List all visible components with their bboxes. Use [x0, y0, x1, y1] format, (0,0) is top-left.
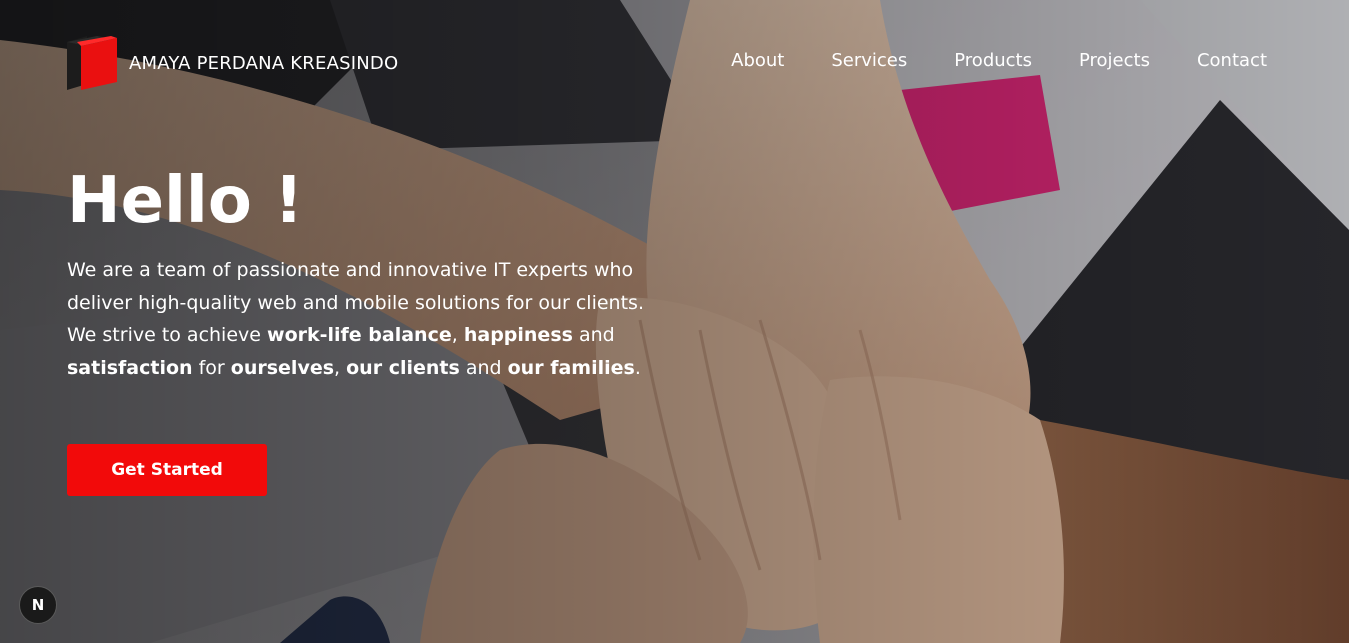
hero-description: We are a team of passionate and innovati…	[67, 254, 667, 384]
hero-content: Hello ! We are a team of passionate and …	[67, 160, 667, 384]
red-box-logo-icon	[67, 36, 117, 90]
hero-text-satisfaction: satisfaction	[67, 356, 193, 379]
hero-text-separator: and	[572, 324, 615, 346]
main-nav: About Services Products Projects Contact	[731, 50, 1267, 71]
nav-projects[interactable]: Projects	[1079, 50, 1150, 71]
nav-products[interactable]: Products	[954, 50, 1032, 71]
nav-services[interactable]: Services	[831, 50, 907, 71]
hero-text-separator: ,	[451, 324, 464, 346]
hero-title: Hello !	[67, 164, 304, 238]
nextjs-icon[interactable]: N	[19, 586, 57, 624]
nav-about[interactable]: About	[731, 50, 784, 71]
brand-name: AMAYA PERDANA KREASINDO	[129, 52, 399, 74]
hero-text-end: .	[634, 356, 641, 379]
dev-badge-label: N	[31, 596, 45, 614]
hero-text-our-clients: our clients	[346, 356, 460, 379]
hero-text-separator: for	[192, 356, 231, 379]
brand-link[interactable]: AMAYA PERDANA KREASINDO	[67, 36, 398, 90]
nav-contact[interactable]: Contact	[1197, 50, 1267, 71]
hero-text-separator: and	[459, 356, 508, 379]
hero-text-separator: ,	[334, 356, 347, 379]
hero-text-ourselves: ourselves	[230, 356, 335, 379]
hero-text-our-families: our families	[507, 356, 635, 379]
hero-text-work-life-balance: work-life balance	[267, 324, 452, 346]
hero-text-happiness: happiness	[463, 324, 573, 346]
navbar: AMAYA PERDANA KREASINDO About Services P…	[67, 36, 1267, 90]
hero-section: AMAYA PERDANA KREASINDO About Services P…	[0, 0, 1349, 643]
get-started-button[interactable]: Get Started	[67, 444, 267, 496]
